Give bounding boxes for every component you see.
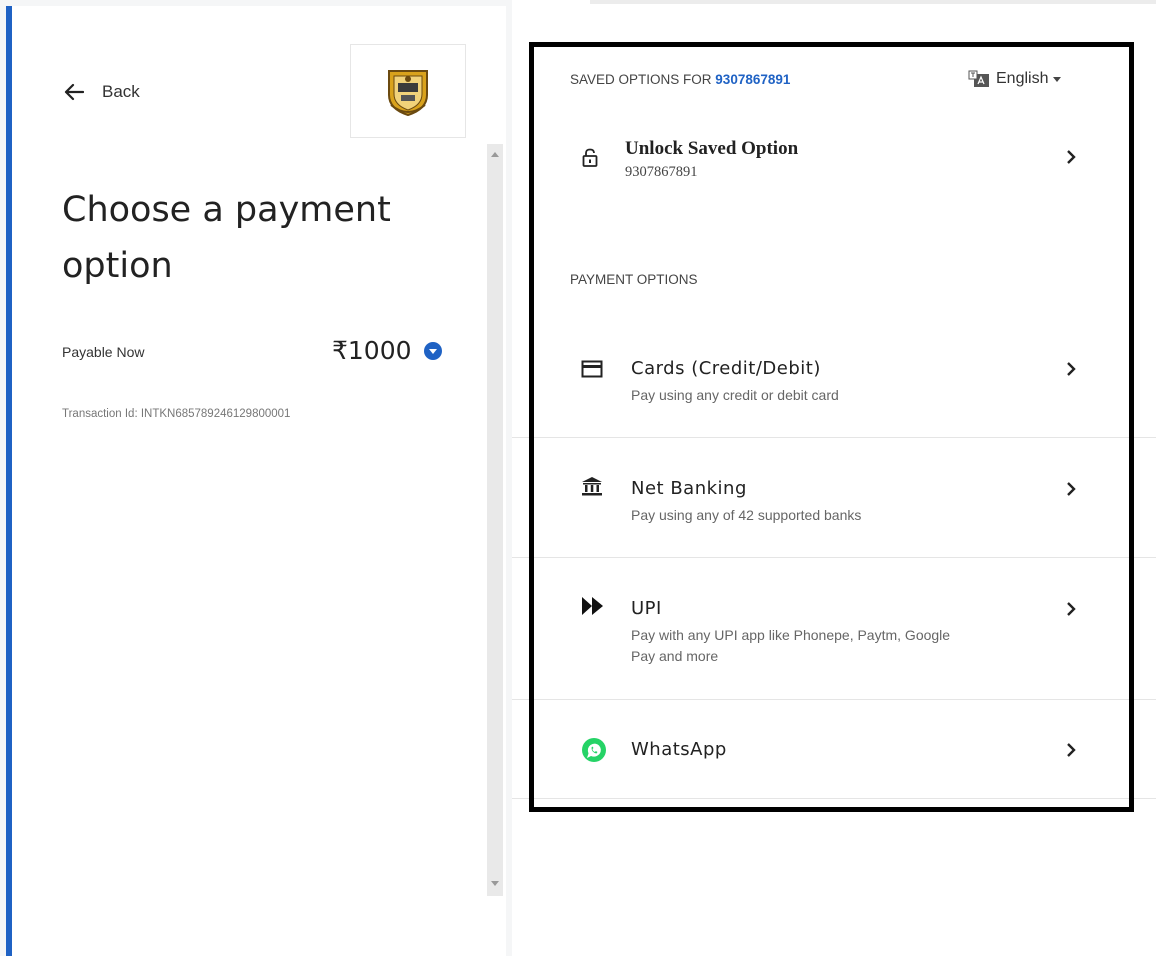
language-label: English (996, 70, 1049, 87)
payable-amount: ₹1000 (332, 336, 442, 365)
upi-icon (582, 597, 603, 615)
option-cards[interactable]: Cards (Credit/Debit) Pay using any credi… (545, 356, 1105, 416)
page-title: Choose a payment option (62, 190, 391, 286)
crest-logo-icon (388, 70, 428, 117)
divider (512, 699, 1156, 700)
chevron-right-icon (1067, 362, 1076, 376)
unlock-title: Unlock Saved Option (625, 138, 799, 159)
translate-icon (968, 70, 989, 87)
chevron-right-icon (1067, 743, 1076, 757)
transaction-id: Transaction Id: INTKN685789246129800001 (62, 408, 291, 420)
scroll-up-arrow-icon[interactable] (491, 152, 499, 157)
saved-options-header: SAVED OPTIONS FOR 9307867891 (570, 72, 790, 87)
chevron-right-icon (1067, 150, 1076, 164)
option-title: UPI (631, 598, 662, 619)
left-scrollbar[interactable] (487, 144, 503, 896)
divider (512, 437, 1156, 438)
option-net-banking[interactable]: Net Banking Pay using any of 42 supporte… (545, 476, 1105, 536)
chevron-right-icon (1067, 482, 1076, 496)
bank-icon (582, 477, 602, 496)
option-title: Cards (Credit/Debit) (631, 358, 821, 379)
unlock-phone: 9307867891 (625, 164, 698, 180)
payment-options-label: PAYMENT OPTIONS (570, 272, 698, 287)
saved-options-phone: 9307867891 (715, 72, 791, 87)
option-upi[interactable]: UPI Pay with any UPI app like Phonepe, P… (545, 596, 1105, 676)
divider (512, 798, 1156, 799)
back-button[interactable]: Back (64, 82, 140, 102)
whatsapp-icon (582, 738, 606, 762)
option-title: WhatsApp (631, 739, 727, 760)
unlock-saved-option[interactable]: Unlock Saved Option 9307867891 (545, 138, 1105, 198)
option-subtitle: Pay using any credit or debit card (631, 387, 839, 403)
scroll-down-arrow-icon[interactable] (491, 881, 499, 886)
order-summary-panel: Back Choose a payment option Payable Now… (6, 6, 506, 956)
chevron-right-icon (1067, 602, 1076, 616)
amount-details-toggle-icon[interactable] (423, 341, 442, 360)
language-selector[interactable]: English (968, 70, 1062, 88)
top-strip (590, 0, 1156, 4)
lock-icon (582, 148, 598, 167)
back-arrow-icon (64, 83, 84, 101)
chevron-down-icon (1053, 76, 1062, 82)
payable-label: Payable Now (62, 344, 145, 360)
amount-value: ₹1000 (332, 336, 412, 365)
merchant-logo (350, 44, 466, 138)
card-icon (581, 360, 603, 378)
saved-options-label: SAVED OPTIONS FOR (570, 72, 712, 87)
option-subtitle: Pay using any of 42 supported banks (631, 507, 862, 523)
option-title: Net Banking (631, 478, 747, 499)
back-label: Back (102, 82, 140, 101)
option-subtitle: Pay with any UPI app like Phonepe, Paytm… (631, 627, 951, 664)
option-whatsapp[interactable]: WhatsApp (545, 737, 1105, 777)
divider (512, 557, 1156, 558)
